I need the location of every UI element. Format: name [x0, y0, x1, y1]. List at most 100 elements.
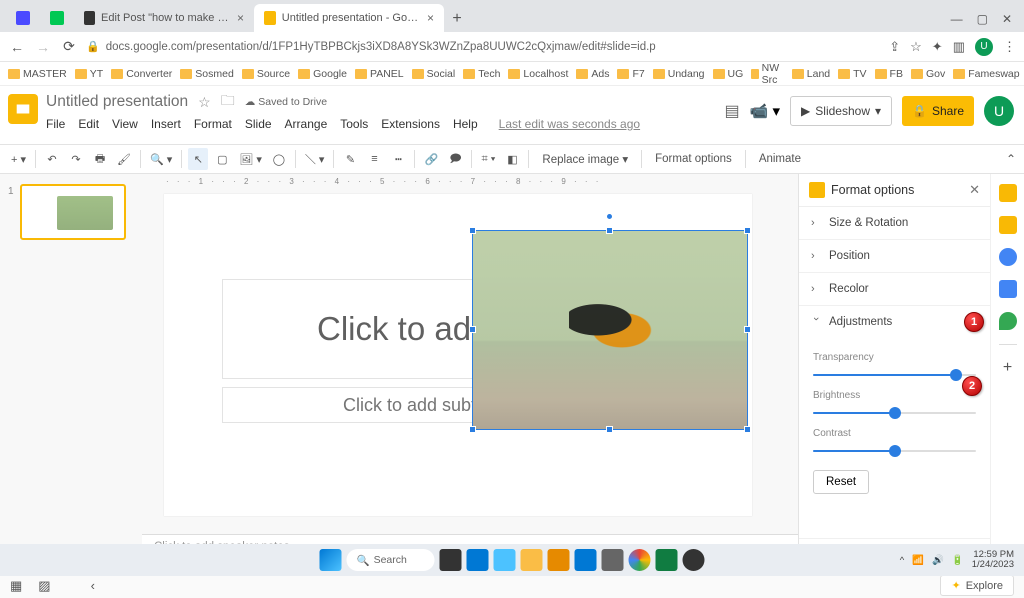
bookmark-ads[interactable]: Ads: [576, 68, 609, 80]
last-edit-info[interactable]: Last edit was seconds ago: [499, 117, 640, 131]
meet-icon[interactable]: 📹 ▾: [750, 102, 780, 120]
bookmark-fameswap[interactable]: Fameswap: [953, 68, 1019, 80]
bookmark-land[interactable]: Land: [792, 68, 830, 80]
wifi-icon[interactable]: 📶: [912, 555, 924, 566]
volume-icon[interactable]: 🔊: [932, 555, 944, 566]
move-doc-icon[interactable]: 🗀: [221, 90, 235, 114]
bookmark-nw src[interactable]: NW Src: [751, 62, 784, 86]
bookmark-tv[interactable]: TV: [838, 68, 866, 80]
section-adjustments[interactable]: › Adjustments 1: [799, 306, 990, 338]
explore-button[interactable]: ✦Explore: [940, 575, 1014, 596]
brightness-slider[interactable]: [813, 406, 976, 420]
bookmark-f7[interactable]: F7: [617, 68, 644, 80]
maximize-icon[interactable]: ▢: [977, 12, 988, 26]
menu-insert[interactable]: Insert: [151, 117, 181, 131]
close-icon[interactable]: ×: [427, 11, 434, 25]
task-view-icon[interactable]: [440, 549, 462, 571]
replace-image-button[interactable]: Replace image ▾: [535, 152, 635, 166]
resize-handle[interactable]: [606, 227, 613, 234]
reload-icon[interactable]: ⟳: [60, 38, 78, 55]
section-size-rotation[interactable]: ›Size & Rotation: [799, 207, 990, 240]
menu-arrange[interactable]: Arrange: [285, 117, 328, 131]
share-button[interactable]: 🔒Share: [902, 96, 974, 126]
tasks-icon[interactable]: [999, 248, 1017, 266]
reading-list-icon[interactable]: ▥: [953, 39, 965, 55]
image-icon[interactable]: 🖼 ▾: [236, 148, 265, 170]
keep-icon[interactable]: [999, 216, 1017, 234]
paint-format-icon[interactable]: 🖌: [114, 148, 134, 170]
bookmark-yt[interactable]: YT: [75, 68, 103, 80]
slideshow-button[interactable]: ▶Slideshow▾: [790, 96, 892, 126]
app-icon[interactable]: [494, 549, 516, 571]
excel-icon[interactable]: [656, 549, 678, 571]
redo-icon[interactable]: ↷: [66, 148, 86, 170]
textbox-icon[interactable]: ▢: [212, 148, 232, 170]
save-status[interactable]: ☁Saved to Drive: [245, 96, 327, 108]
close-window-icon[interactable]: ✕: [1002, 12, 1012, 26]
clock[interactable]: 12:59 PM1/24/2023: [972, 550, 1014, 571]
resize-handle[interactable]: [469, 227, 476, 234]
selected-image[interactable]: [472, 230, 748, 430]
border-weight-icon[interactable]: ≡: [364, 148, 384, 170]
bookmark-gov[interactable]: Gov: [911, 68, 945, 80]
close-panel-icon[interactable]: ✕: [969, 182, 980, 198]
resize-handle[interactable]: [744, 227, 751, 234]
url-field[interactable]: 🔒 docs.google.com/presentation/d/1FP1HyT…: [86, 40, 881, 53]
battery-icon[interactable]: 🔋: [952, 555, 964, 566]
link-icon[interactable]: 🔗: [421, 148, 441, 170]
section-position[interactable]: ›Position: [799, 240, 990, 273]
calendar-icon[interactable]: [999, 184, 1017, 202]
star-doc-icon[interactable]: ☆: [198, 94, 211, 111]
chrome-icon[interactable]: [629, 549, 651, 571]
bookmark-tech[interactable]: Tech: [463, 68, 500, 80]
app-icon[interactable]: [602, 549, 624, 571]
add-addon-icon[interactable]: +: [1003, 359, 1012, 377]
bookmark-social[interactable]: Social: [412, 68, 456, 80]
bookmark-localhost[interactable]: Localhost: [508, 68, 568, 80]
share-page-icon[interactable]: ⇪: [889, 39, 900, 55]
print-icon[interactable]: 🖶: [90, 148, 110, 170]
bookmark-master[interactable]: MASTER: [8, 68, 67, 80]
tray-chevron-icon[interactable]: ^: [900, 555, 904, 566]
menu-extensions[interactable]: Extensions: [381, 117, 440, 131]
comment-icon[interactable]: 🗩: [445, 148, 465, 170]
tab-4-active[interactable]: Untitled presentation - Google S...×: [254, 4, 444, 32]
new-slide-button[interactable]: + ▾: [8, 148, 29, 170]
shape-icon[interactable]: ◯: [269, 148, 289, 170]
menu-edit[interactable]: Edit: [78, 117, 99, 131]
bookmark-fb[interactable]: FB: [875, 68, 903, 80]
resize-handle[interactable]: [606, 426, 613, 433]
tab-2[interactable]: [40, 4, 74, 32]
taskbar-search[interactable]: 🔍Search: [347, 549, 435, 571]
transparency-slider[interactable]: 2: [813, 368, 976, 382]
slide-canvas[interactable]: Click to add title Click to add subtitle: [164, 194, 752, 516]
bookmark-converter[interactable]: Converter: [111, 68, 172, 80]
resize-handle[interactable]: [744, 326, 751, 333]
collapse-toolbar-icon[interactable]: ⌃: [1006, 152, 1016, 166]
section-recolor[interactable]: ›Recolor: [799, 273, 990, 306]
account-avatar[interactable]: U: [984, 96, 1014, 126]
bookmark-google[interactable]: Google: [298, 68, 347, 80]
star-icon[interactable]: ☆: [910, 39, 922, 55]
menu-slide[interactable]: Slide: [245, 117, 272, 131]
maps-icon[interactable]: [999, 312, 1017, 330]
crop-icon[interactable]: ⌗ ▾: [478, 148, 498, 170]
menu-view[interactable]: View: [112, 117, 138, 131]
thumbnail-1[interactable]: 1: [8, 184, 134, 240]
profile-avatar[interactable]: U: [975, 38, 993, 56]
format-options-button[interactable]: Format options: [648, 153, 739, 165]
close-icon[interactable]: ×: [237, 11, 244, 25]
explorer-icon[interactable]: [521, 549, 543, 571]
app-icon[interactable]: [575, 549, 597, 571]
tab-1[interactable]: [6, 4, 40, 32]
chevron-left-icon[interactable]: ‹: [91, 578, 95, 593]
app-icon[interactable]: [548, 549, 570, 571]
edge-icon[interactable]: [467, 549, 489, 571]
zoom-icon[interactable]: 🔍 ▾: [147, 148, 175, 170]
menu-format[interactable]: Format: [194, 117, 232, 131]
kebab-icon[interactable]: ⋮: [1003, 39, 1016, 55]
border-color-icon[interactable]: ✎: [340, 148, 360, 170]
app-icon[interactable]: [683, 549, 705, 571]
contacts-icon[interactable]: [999, 280, 1017, 298]
resize-handle[interactable]: [744, 426, 751, 433]
